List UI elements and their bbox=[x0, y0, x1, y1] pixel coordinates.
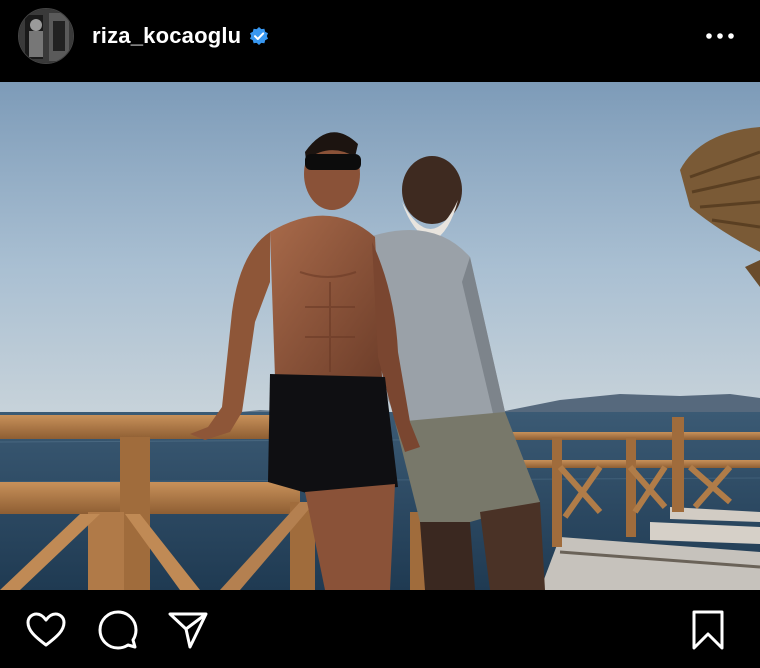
profile-avatar[interactable] bbox=[18, 8, 74, 64]
username[interactable]: riza_kocaoglu bbox=[92, 23, 241, 49]
verified-badge-icon bbox=[249, 26, 269, 46]
post-actions bbox=[0, 590, 760, 668]
more-options-icon[interactable] bbox=[700, 24, 740, 48]
username-group[interactable]: riza_kocaoglu bbox=[92, 22, 269, 50]
post-header: riza_kocaoglu bbox=[0, 0, 760, 82]
photo-scene bbox=[0, 82, 760, 590]
post-photo[interactable] bbox=[0, 82, 760, 590]
instagram-post: riza_kocaoglu bbox=[0, 0, 760, 668]
bookmark-icon[interactable] bbox=[686, 610, 730, 650]
comment-icon[interactable] bbox=[96, 610, 140, 650]
share-icon[interactable] bbox=[166, 610, 210, 650]
heart-icon[interactable] bbox=[24, 610, 68, 650]
